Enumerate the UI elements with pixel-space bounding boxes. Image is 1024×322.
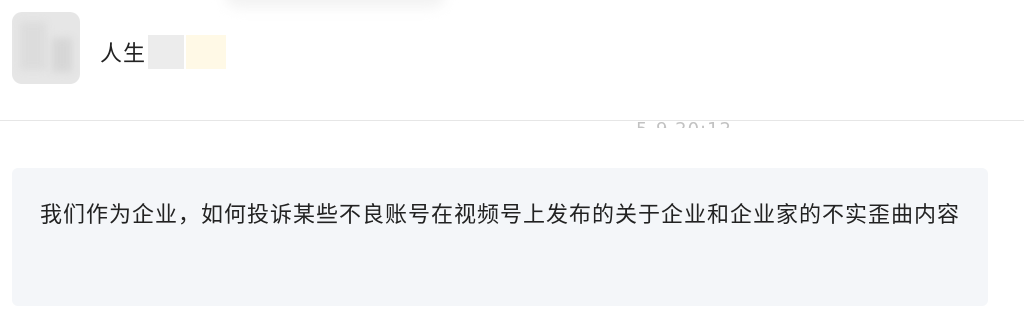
divider bbox=[0, 120, 1024, 121]
post-timestamp: 5-9 20:12 bbox=[636, 110, 776, 128]
post-view: 人生 5-9 20:12 我们作为企业，如何投诉某些不良账号在视频号上发布的关于… bbox=[0, 0, 1024, 322]
message-card: 我们作为企业，如何投诉某些不良账号在视频号上发布的关于企业和企业家的不实歪曲内容 bbox=[12, 168, 988, 306]
message-text: 我们作为企业，如何投诉某些不良账号在视频号上发布的关于企业和企业家的不实歪曲内容 bbox=[40, 203, 961, 228]
avatar[interactable] bbox=[12, 12, 80, 84]
author-row[interactable]: 人生 bbox=[100, 33, 227, 71]
redaction-mask bbox=[186, 35, 227, 69]
avatar-image-part bbox=[52, 38, 72, 72]
avatar-image-part bbox=[20, 22, 46, 70]
redaction-mask bbox=[148, 35, 185, 69]
author-name[interactable]: 人生 bbox=[100, 36, 146, 68]
top-blurred-element bbox=[225, 0, 445, 8]
